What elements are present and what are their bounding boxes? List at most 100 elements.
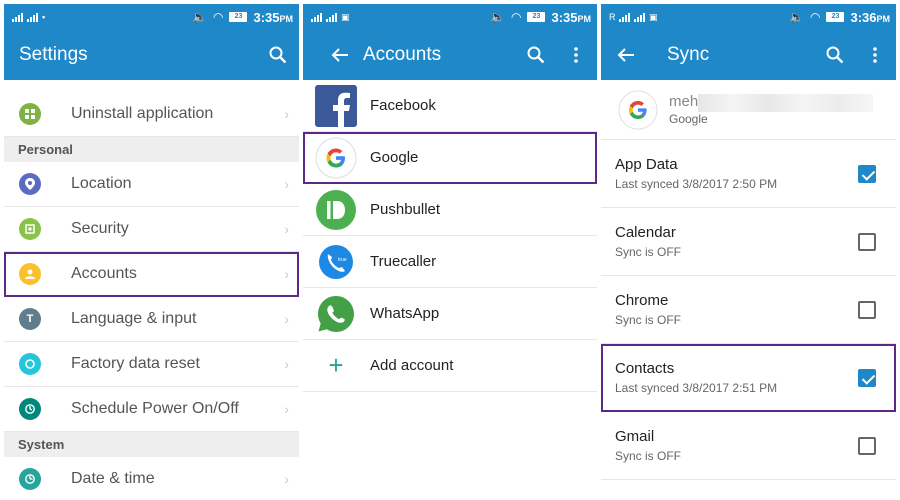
account-item-facebook[interactable]: Facebook [303,80,597,132]
section-header-system: System [4,432,299,457]
volume-icon: 🔈 [789,10,804,24]
settings-item-language[interactable]: T Language & input › [4,297,299,342]
redacted-email [698,94,873,112]
more-options-icon[interactable] [864,44,886,66]
account-label: Pushbullet [370,201,441,218]
signal-icon [12,12,23,22]
section-header-personal: Personal [4,137,299,162]
sync-item-title: Chrome [615,292,669,309]
clock: 3:35PM [253,9,293,25]
account-label: Add account [370,357,454,374]
back-arrow-icon[interactable] [601,30,635,80]
page-title: Sync [667,44,710,65]
search-icon[interactable] [525,44,547,66]
sync-checkbox[interactable] [858,300,876,319]
signal-icons: ▪ [12,12,45,22]
sync-item-status: Last synced 3/8/2017 2:50 PM [615,177,778,191]
uninstall-icon [19,103,41,125]
signal-icons: ▣ [311,12,350,23]
settings-item-factory-reset[interactable]: Factory data reset › [4,342,299,387]
more-options-icon[interactable] [565,44,587,66]
pushbullet-icon [315,189,357,231]
account-item-truecaller[interactable]: true Truecaller [303,236,597,288]
settings-item-label: Date & time [71,470,155,487]
settings-item-label: Schedule Power On/Off [71,400,239,417]
settings-item-label: Location [71,175,132,192]
account-label: WhatsApp [370,305,440,322]
settings-item-accounts[interactable]: Accounts › [4,252,299,297]
add-account-button[interactable]: + Add account [303,340,597,392]
chevron-right-icon: › [284,311,289,327]
plus-icon: + [328,350,344,380]
chevron-right-icon: › [284,176,289,192]
accounts-icon [19,263,41,285]
search-icon[interactable] [824,44,846,66]
clock: 3:36PM [850,9,890,25]
truecaller-icon: true [315,241,357,283]
settings-item-label: Security [71,220,129,237]
account-item-google[interactable]: Google [303,132,597,184]
account-label: Facebook [370,97,436,114]
signal-icons: R ▣ [609,11,658,23]
whatsapp-icon [315,293,357,335]
settings-item-date-time[interactable]: Date & time › [4,457,299,496]
notification-dot-icon: ▪ [42,12,45,22]
signal-icon [311,12,322,22]
language-icon: T [19,308,41,330]
sync-checkbox[interactable] [858,368,876,387]
account-header: meh Google [601,80,896,140]
wifi-icon: ◠ [212,10,224,24]
sync-item-status: Sync is OFF [615,245,682,259]
security-icon [19,218,41,240]
account-label: Google [370,149,419,166]
sync-checkbox[interactable] [858,436,876,455]
account-item-pushbullet[interactable]: Pushbullet [303,184,597,236]
settings-list: Uninstall application › Personal Locatio… [4,92,299,496]
roaming-indicator: R [609,12,616,22]
sync-screen: R ▣ 🔈 ◠ 23 3:36PM Sync meh Google App Da… [601,4,896,496]
back-arrow-icon[interactable] [303,30,349,80]
sync-item-status: Last synced 3/8/2017 2:51 PM [615,381,778,395]
google-icon [617,89,659,131]
page-title: Settings [19,44,88,65]
signal-icon-2 [326,12,337,22]
chevron-right-icon: › [284,221,289,237]
sync-item-chrome[interactable]: Chrome Sync is OFF [601,276,896,344]
reset-icon [19,353,41,375]
chevron-right-icon: › [284,401,289,417]
battery-icon: 23 [527,12,546,22]
sync-item-app-data[interactable]: App Data Last synced 3/8/2017 2:50 PM [601,140,896,208]
chevron-right-icon: › [284,356,289,372]
settings-item-label: Language & input [71,310,197,327]
app-bar: Sync [601,30,896,80]
settings-screen: ▪ 🔈 ◠ 23 3:35PM Settings Uninstall appli… [4,4,299,496]
status-bar: ▣ 🔈 ◠ 23 3:35PM [303,4,597,30]
settings-item-security[interactable]: Security › [4,207,299,252]
sync-list: App Data Last synced 3/8/2017 2:50 PM Ca… [601,140,896,480]
settings-item-location[interactable]: Location › [4,162,299,207]
wifi-icon: ◠ [510,10,522,24]
settings-item-label: Accounts [71,265,137,282]
sync-item-title: Gmail [615,428,655,445]
settings-item-label: Uninstall application [71,105,214,122]
account-type: Google [669,112,708,126]
sync-item-contacts[interactable]: Contacts Last synced 3/8/2017 2:51 PM [601,344,896,412]
sync-item-title: Calendar [615,224,676,241]
image-notification-icon: ▣ [649,11,658,22]
sync-item-status: Sync is OFF [615,449,682,463]
battery-icon: 23 [229,12,248,22]
app-bar: Accounts [303,30,597,80]
sync-checkbox[interactable] [858,164,876,183]
settings-item-schedule-power[interactable]: Schedule Power On/Off › [4,387,299,432]
sync-item-gmail[interactable]: Gmail Sync is OFF [601,412,896,480]
settings-item-label: Factory data reset [71,355,200,372]
settings-item-uninstall[interactable]: Uninstall application › [4,92,299,137]
volume-icon: 🔈 [192,10,207,24]
sync-item-calendar[interactable]: Calendar Sync is OFF [601,208,896,276]
battery-icon: 23 [826,12,845,22]
account-item-whatsapp[interactable]: WhatsApp [303,288,597,340]
sync-checkbox[interactable] [858,232,876,251]
schedule-icon [19,398,41,420]
search-icon[interactable] [267,44,289,66]
status-bar: ▪ 🔈 ◠ 23 3:35PM [4,4,299,30]
